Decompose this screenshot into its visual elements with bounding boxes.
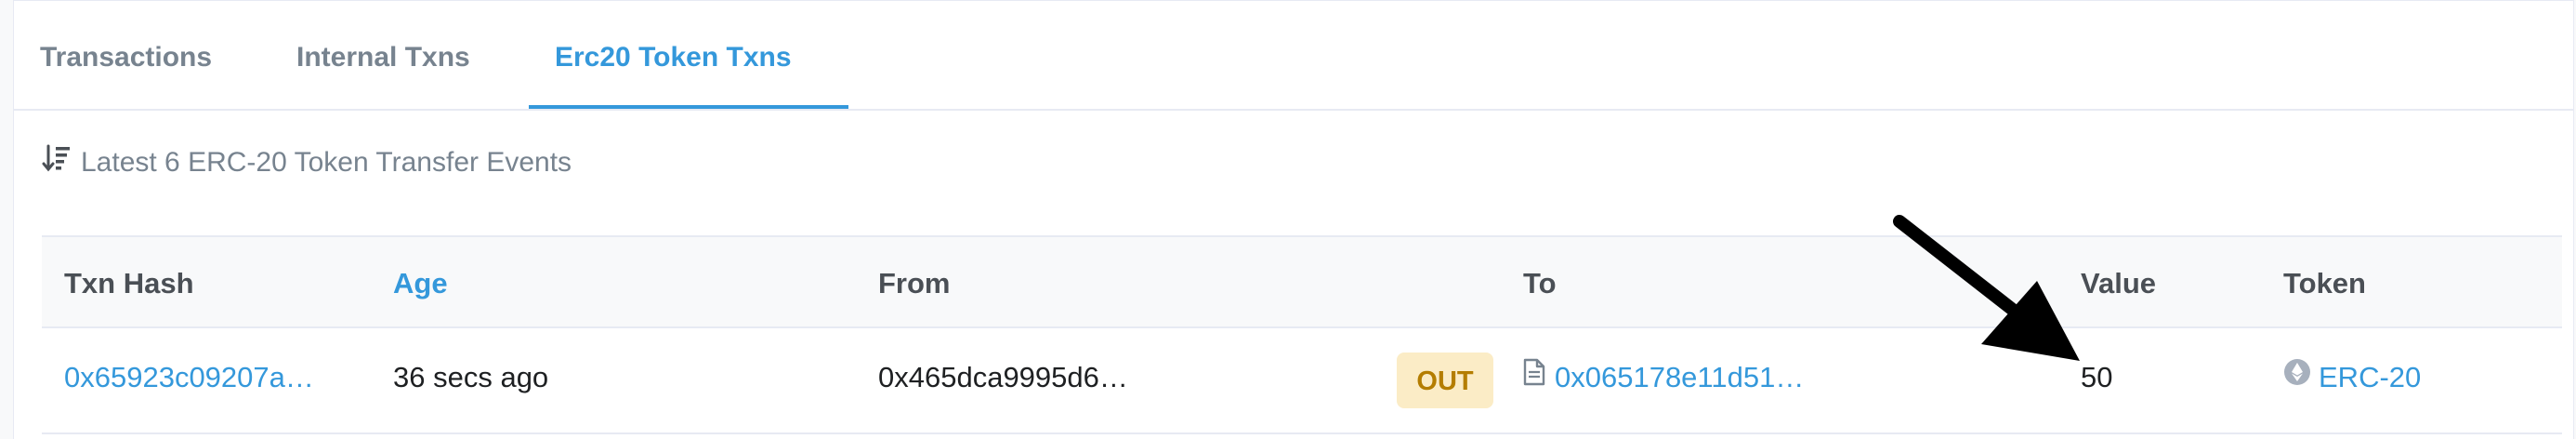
header-to: To [1523,267,1557,299]
direction-out-badge: OUT [1397,353,1493,408]
table-row: 0x65923c09207a… 36 secs ago 0x465dca9995… [42,328,2562,434]
token-txns-card: Transactions Internal Txns Erc20 Token T… [13,0,2574,439]
tab-erc20-token-txns[interactable]: Erc20 Token Txns [555,1,792,111]
transfer-summary: Latest 6 ERC-20 Token Transfer Events [42,142,572,183]
txn-hash-link[interactable]: 0x65923c09207a… [64,328,314,432]
table-header: Txn Hash Age From To Value Token [42,235,2562,328]
header-value: Value [2081,267,2156,299]
header-from: From [878,267,951,299]
sort-icon [42,143,72,185]
token-cell[interactable]: ERC-20 [2283,328,2421,432]
header-age[interactable]: Age [393,237,448,326]
to-address-cell[interactable]: 0x065178e11d51… [1523,328,1804,432]
tab-internal-txns[interactable]: Internal Txns [296,1,470,111]
header-txn-hash: Txn Hash [64,267,194,299]
tab-bar: Transactions Internal Txns Erc20 Token T… [14,1,2573,111]
arrow-pointer-icon [1886,212,2083,369]
value-amount: 50 [2081,361,2113,393]
to-address-link[interactable]: 0x065178e11d51… [1555,361,1804,393]
contract-file-icon [1523,327,1545,426]
tab-transactions[interactable]: Transactions [40,1,212,111]
age-value: 36 secs ago [393,361,549,393]
summary-text: Latest 6 ERC-20 Token Transfer Events [81,147,572,178]
header-token: Token [2283,267,2366,299]
token-link[interactable]: ERC-20 [2319,361,2421,393]
active-tab-indicator [529,105,848,109]
from-address: 0x465dca9995d6… [878,361,1128,393]
eth-token-icon [2283,327,2311,426]
